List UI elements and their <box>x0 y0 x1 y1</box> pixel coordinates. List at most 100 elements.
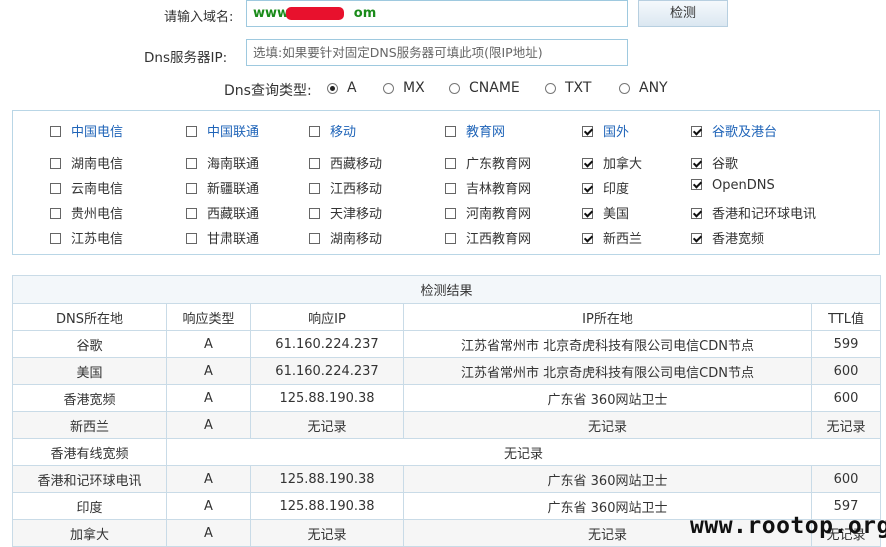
isp-option-label: 谷歌 <box>712 157 739 172</box>
checkbox[interactable] <box>309 126 320 137</box>
isp-option[interactable]: 香港宽频 <box>691 228 764 247</box>
isp-group-option[interactable]: 移动 <box>309 121 356 140</box>
isp-option-label: 江苏电信 <box>71 232 124 247</box>
cell-response-ip: 61.160.224.237 <box>250 357 404 385</box>
checkbox[interactable] <box>582 183 593 194</box>
cell-ttl: 600 <box>810 384 882 412</box>
domain-label: 请输入域名: <box>164 10 234 25</box>
cell-response-type: A <box>166 384 251 412</box>
dns-server-input[interactable]: 选填:如果要针对固定DNS服务器可填此项(限IP地址) <box>246 39 628 66</box>
checkbox[interactable] <box>309 158 320 169</box>
redaction-mark <box>286 7 344 20</box>
isp-option-label: 云南电信 <box>71 182 124 197</box>
cell-response-type: A <box>166 411 251 439</box>
isp-option[interactable]: 江苏电信 <box>50 228 123 247</box>
cell-dns-location: 新西兰 <box>12 411 167 439</box>
checkbox[interactable] <box>50 158 61 169</box>
isp-option[interactable]: 天津移动 <box>309 203 382 222</box>
cell-response-ip: 无记录 <box>250 519 404 547</box>
checkbox[interactable] <box>445 233 456 244</box>
checkbox[interactable] <box>50 183 61 194</box>
table-row: 谷歌 A 61.160.224.237 江苏省常州市 北京奇虎科技有限公司电信CDN节… <box>12 330 882 358</box>
isp-option[interactable]: 新疆联通 <box>186 178 259 197</box>
radio-mx[interactable] <box>383 83 394 94</box>
checkbox[interactable] <box>50 208 61 219</box>
radio-any-label: ANY <box>639 80 668 96</box>
radio-a[interactable] <box>327 83 338 94</box>
isp-option[interactable]: 江西移动 <box>309 178 382 197</box>
isp-option-label: 国外 <box>603 125 630 140</box>
check-button[interactable]: 检测 <box>638 0 728 27</box>
isp-option[interactable]: 甘肃联通 <box>186 228 259 247</box>
isp-option[interactable]: 贵州电信 <box>50 203 123 222</box>
isp-option[interactable]: 吉林教育网 <box>445 178 531 197</box>
isp-option[interactable]: 云南电信 <box>50 178 123 197</box>
cell-response-ip: 125.88.190.38 <box>250 384 404 412</box>
cell-dns-location: 香港有线宽频 <box>12 438 167 466</box>
checkbox[interactable] <box>186 183 197 194</box>
checkbox[interactable] <box>582 208 593 219</box>
checkbox[interactable] <box>582 158 593 169</box>
checkbox[interactable] <box>691 126 702 137</box>
isp-option-label: 美国 <box>603 207 630 222</box>
isp-option-label: 西藏联通 <box>207 207 260 222</box>
checkbox[interactable] <box>445 126 456 137</box>
cell-response-ip: 125.88.190.38 <box>250 465 404 493</box>
isp-option[interactable]: 江西教育网 <box>445 228 531 247</box>
isp-option-label: 西藏移动 <box>330 157 383 172</box>
isp-option-label: 湖南电信 <box>71 157 124 172</box>
isp-option[interactable]: 湖南电信 <box>50 153 123 172</box>
results-table: 检测结果 DNS所在地 响应类型 响应IP IP所在地 TTL值 谷歌 A 61.1… <box>11 275 882 547</box>
checkbox[interactable] <box>445 158 456 169</box>
isp-option[interactable]: 美国 <box>582 203 629 222</box>
isp-option-label: 河南教育网 <box>466 207 532 222</box>
checkbox[interactable] <box>50 126 61 137</box>
isp-option[interactable]: 海南联通 <box>186 153 259 172</box>
isp-option[interactable]: 印度 <box>582 178 629 197</box>
isp-option[interactable]: 西藏移动 <box>309 153 382 172</box>
cell-ip-location: 广东省 360网站卫士 <box>403 384 812 412</box>
isp-option[interactable]: OpenDNS <box>691 178 775 193</box>
checkbox[interactable] <box>309 233 320 244</box>
checkbox[interactable] <box>309 208 320 219</box>
checkbox[interactable] <box>50 233 61 244</box>
isp-option[interactable]: 河南教育网 <box>445 203 531 222</box>
cell-response-ip: 无记录 <box>250 411 404 439</box>
checkbox[interactable] <box>186 233 197 244</box>
isp-group-option[interactable]: 教育网 <box>445 121 505 140</box>
cell-ip-location: 江苏省常州市 北京奇虎科技有限公司电信CDN节点 <box>403 330 812 358</box>
isp-option[interactable]: 广东教育网 <box>445 153 531 172</box>
checkbox[interactable] <box>582 126 593 137</box>
radio-cname[interactable] <box>449 83 460 94</box>
dns-server-label: Dns服务器IP: <box>144 50 228 66</box>
isp-option-label: 天津移动 <box>330 207 383 222</box>
isp-option[interactable]: 香港和记环球电讯 <box>691 203 816 222</box>
isp-option-label: 香港和记环球电讯 <box>712 207 817 222</box>
radio-txt[interactable] <box>545 83 556 94</box>
checkbox[interactable] <box>445 183 456 194</box>
isp-option[interactable]: 新西兰 <box>582 228 642 247</box>
checkbox[interactable] <box>445 208 456 219</box>
isp-group-option[interactable]: 中国电信 <box>50 121 123 140</box>
checkbox[interactable] <box>582 233 593 244</box>
radio-any[interactable] <box>619 83 630 94</box>
col-header-ip-location: IP所在地 <box>403 303 812 331</box>
checkbox[interactable] <box>186 126 197 137</box>
isp-option[interactable]: 湖南移动 <box>309 228 382 247</box>
isp-option-label: 谷歌及港台 <box>712 125 778 140</box>
cell-dns-location: 香港宽频 <box>12 384 167 412</box>
isp-option[interactable]: 谷歌 <box>691 153 738 172</box>
isp-group-option[interactable]: 国外 <box>582 121 629 140</box>
checkbox[interactable] <box>691 179 702 190</box>
isp-option[interactable]: 加拿大 <box>582 153 642 172</box>
isp-group-option[interactable]: 中国联通 <box>186 121 259 140</box>
checkbox[interactable] <box>186 208 197 219</box>
isp-option[interactable]: 西藏联通 <box>186 203 259 222</box>
checkbox[interactable] <box>186 158 197 169</box>
checkbox[interactable] <box>691 233 702 244</box>
isp-group-option[interactable]: 谷歌及港台 <box>691 121 777 140</box>
isp-option-label: 中国联通 <box>207 125 260 140</box>
checkbox[interactable] <box>309 183 320 194</box>
checkbox[interactable] <box>691 158 702 169</box>
checkbox[interactable] <box>691 208 702 219</box>
